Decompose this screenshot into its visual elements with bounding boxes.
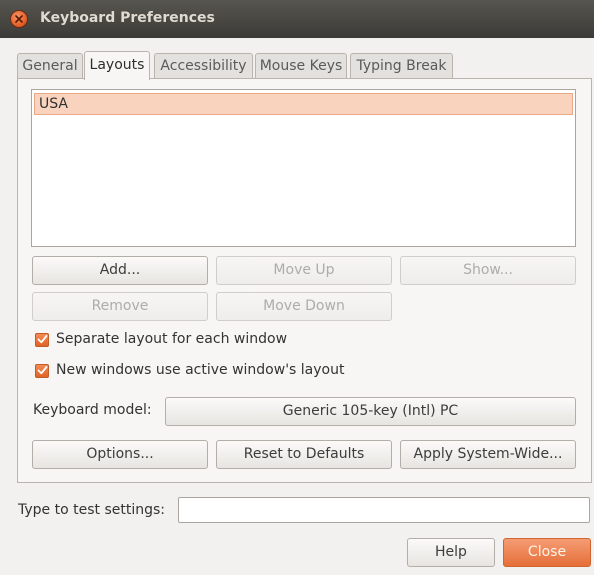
apply-system-wide-button[interactable]: Apply System-Wide... [400,440,576,469]
keyboard-preferences-window: Keyboard Preferences General Layouts Acc… [0,0,594,575]
keyboard-model-label: Keyboard model: [33,402,152,418]
separate-layout-checkbox[interactable] [35,333,49,347]
list-item[interactable]: USA [34,93,573,115]
test-settings-label: Type to test settings: [18,502,165,518]
test-settings-input[interactable] [178,497,590,523]
tab-mouse-keys[interactable]: Mouse Keys [255,53,347,78]
add-button[interactable]: Add... [32,256,208,285]
tab-layouts[interactable]: Layouts [84,51,150,80]
help-button[interactable]: Help [407,538,495,567]
checkmark-icon [37,366,48,375]
separate-layout-label: Separate layout for each window [56,331,288,347]
title-bar: Keyboard Preferences [0,0,594,38]
new-windows-checkbox[interactable] [35,364,49,378]
window-close-button[interactable] [11,11,27,27]
close-button[interactable]: Close [503,538,591,567]
tab-typing-break[interactable]: Typing Break [350,53,453,78]
window-title: Keyboard Preferences [40,10,215,26]
move-up-button[interactable]: Move Up [216,256,392,285]
layouts-list[interactable]: USA [31,89,576,247]
options-button[interactable]: Options... [32,440,208,469]
tab-accessibility[interactable]: Accessibility [154,53,253,78]
keyboard-model-button[interactable]: Generic 105-key (Intl) PC [165,397,576,426]
tab-general[interactable]: General [17,53,83,78]
move-down-button[interactable]: Move Down [216,292,392,321]
new-windows-label: New windows use active window's layout [56,362,345,378]
close-icon [15,15,23,23]
reset-defaults-button[interactable]: Reset to Defaults [216,440,392,469]
show-button[interactable]: Show... [400,256,576,285]
remove-button[interactable]: Remove [32,292,208,321]
checkmark-icon [37,335,48,344]
